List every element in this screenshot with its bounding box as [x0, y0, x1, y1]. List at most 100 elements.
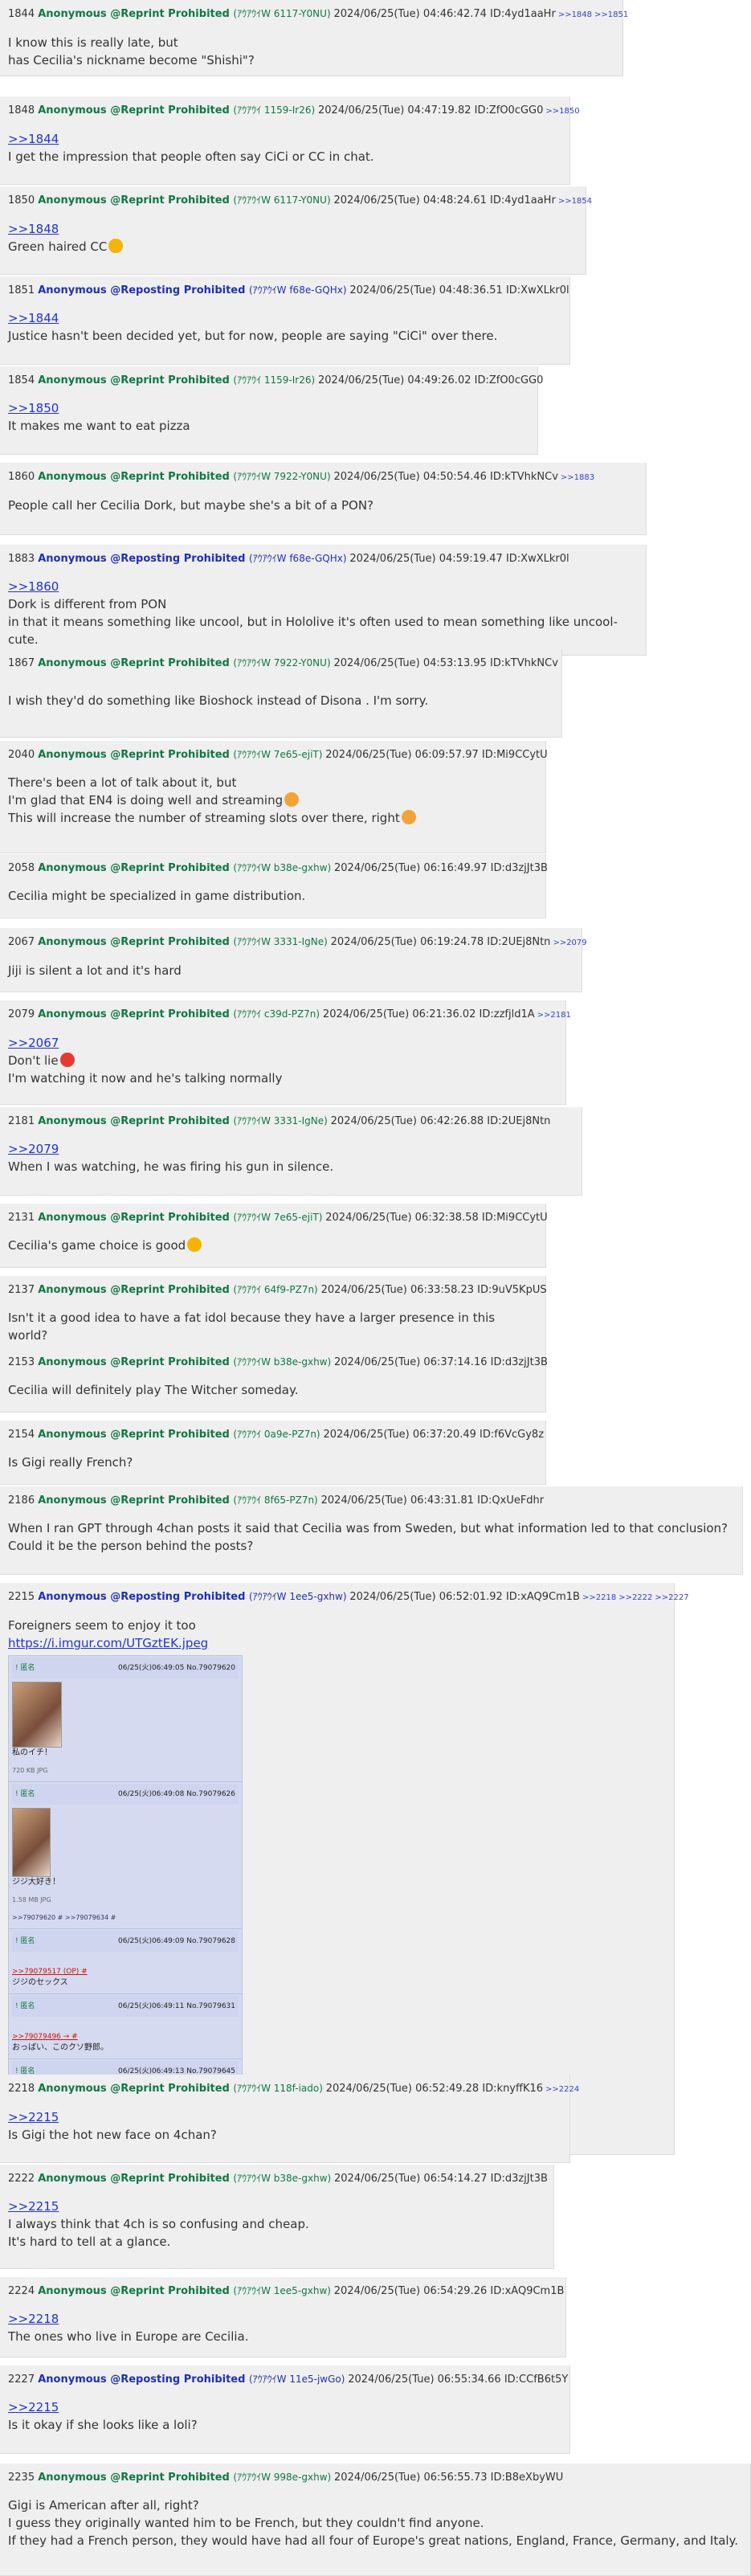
post-body: Cecilia might be specialized in game dis… — [8, 887, 537, 905]
quote-link[interactable]: >>1860 — [8, 578, 638, 595]
post-number[interactable]: 2215 — [8, 1591, 38, 1603]
post-body: >>2215 Is it okay if she looks like a lol… — [8, 2398, 561, 2434]
post-number[interactable]: 2058 — [8, 862, 38, 874]
backlink[interactable]: >>2218 — [582, 1593, 616, 1602]
quote-link[interactable]: >>1844 — [8, 309, 561, 327]
poster-trip: (ｱｳｱｳｲW f68e-GQHx) — [248, 284, 350, 296]
emoji-icon — [59, 1053, 75, 1067]
post-meta: 2024/06/25(Tue) 04:46:42.74 ID:4yd1aaHr — [333, 8, 556, 20]
poster-trip: (ｱｳｱｳｲ c39d-PZ7n) — [233, 1008, 323, 1020]
post-text: There's been a lot of talk about it, but — [8, 775, 237, 790]
quote-link[interactable]: >>2218 — [8, 2310, 557, 2328]
post-text: It's hard to tell at a glance. — [8, 2235, 171, 2249]
post-number[interactable]: 1867 — [8, 657, 38, 669]
post-header: 2227 Anonymous @Reposting Prohibited (ｱｳ… — [8, 2372, 568, 2387]
image-link[interactable]: https://i.imgur.com/UTGztEK.jpeg — [8, 1636, 208, 1650]
post-header: 2154 Anonymous @Reprint Prohibited (ｱｳｱｳ… — [8, 1427, 544, 1442]
poster-name: Anonymous @Reprint Prohibited — [38, 862, 234, 874]
poster-name: Anonymous @Reposting Prohibited — [38, 2374, 249, 2386]
quote-link[interactable]: >>1848 — [8, 220, 578, 238]
thumbnail-image — [12, 1808, 51, 1877]
post-text: Don't lie — [8, 1052, 557, 1069]
post-number[interactable]: 1883 — [8, 553, 38, 565]
post: 2040 Anonymous @Reprint Prohibited (ｱｳｱｳ… — [0, 741, 548, 853]
post-number[interactable]: 2218 — [8, 2083, 38, 2095]
poster-name: Anonymous @Reposting Prohibited — [38, 284, 249, 296]
post-number[interactable]: 2224 — [8, 2285, 38, 2297]
backlink[interactable]: >>1854 — [558, 197, 592, 206]
post: 1844 Anonymous @Reprint Prohibited (ｱｳｱｳ… — [0, 0, 628, 76]
post-number[interactable]: 2079 — [8, 1008, 38, 1020]
backlink[interactable]: >>1848 — [558, 10, 592, 19]
post-number[interactable]: 2154 — [8, 1429, 38, 1441]
screenshot-post: ! 匿名 06/25(火)06:49:11 No.79079631 >>790794… — [9, 1994, 242, 2059]
post-header: 1883 Anonymous @Reposting Prohibited (ｱｳ… — [8, 551, 638, 566]
post: 2227 Anonymous @Reposting Prohibited (ｱｳ… — [0, 2365, 570, 2454]
poster-trip: (ｱｳｱｳｲW 1ee5-gxhw) — [233, 2285, 334, 2296]
backlink[interactable]: >>2227 — [655, 1593, 688, 1602]
post-number[interactable]: 2235 — [8, 2472, 38, 2484]
post-number[interactable]: 2131 — [8, 1212, 38, 1224]
backlink[interactable]: >>2181 — [537, 1011, 571, 1020]
post-header: 2235 Anonymous @Reprint Prohibited (ｱｳｱｳ… — [8, 2470, 742, 2485]
quote-link[interactable]: >>1850 — [8, 399, 529, 417]
post-body: >>2067 Don't lie I'm watching it now and h… — [8, 1034, 557, 1087]
post-header: 2153 Anonymous @Reprint Prohibited (ｱｳｱｳ… — [8, 1355, 548, 1370]
screenshot-name: ! 匿名 — [15, 1664, 35, 1672]
screenshot-post: ! 匿名 06/25(火)06:49:08 No.79079626 ジジ大好き！ 1.… — [9, 1782, 242, 1929]
post-body: Is Gigi really French? — [8, 1454, 537, 1471]
backlink[interactable]: >>2224 — [545, 2085, 579, 2094]
quote-link[interactable]: >>2215 — [8, 2108, 561, 2126]
poster-name: Anonymous @Reprint Prohibited — [38, 2472, 234, 2484]
backlink[interactable]: >>2222 — [618, 1593, 652, 1602]
post-text: People call her Cecilia Dork, but maybe … — [8, 498, 373, 513]
post-meta: 2024/06/25(Tue) 06:52:01.92 ID:xAQ9Cm1B — [349, 1591, 580, 1603]
quote-link[interactable]: >>2215 — [8, 2198, 545, 2215]
post-number[interactable]: 2181 — [8, 1115, 38, 1127]
post-number[interactable]: 1851 — [8, 284, 38, 296]
post-text: When I ran GPT through 4chan posts it sa… — [8, 1521, 729, 1535]
post-number[interactable]: 2040 — [8, 749, 38, 761]
thumbnail-image — [12, 1682, 62, 1748]
post-text: I always think that 4ch is so confusing … — [8, 2217, 309, 2231]
poster-name: Anonymous @Reposting Prohibited — [38, 1591, 249, 1603]
post-meta: 2024/06/25(Tue) 06:21:36.02 ID:zzfjld1A — [322, 1008, 535, 1020]
backlink[interactable]: >>1883 — [561, 473, 594, 482]
post-number[interactable]: 2067 — [8, 936, 38, 948]
post-text: I'm glad that EN4 is doing well and stre… — [8, 791, 537, 809]
post-number[interactable]: 2227 — [8, 2374, 38, 2386]
post-text: Is Gigi really French? — [8, 1455, 133, 1470]
backlink[interactable]: >>1851 — [594, 10, 628, 19]
backlink[interactable]: >>1850 — [545, 107, 579, 116]
emoji-icon — [401, 810, 416, 824]
post-number[interactable]: 1844 — [8, 8, 38, 20]
post-text: This will increase the number of streami… — [8, 809, 537, 827]
quote-link[interactable]: >>2215 — [8, 2398, 561, 2416]
post-number[interactable]: 1854 — [8, 374, 38, 386]
post-number[interactable]: 2222 — [8, 2173, 38, 2185]
post-number[interactable]: 1850 — [8, 194, 38, 206]
quote-link[interactable]: >>1844 — [8, 130, 561, 148]
post: 1867 Anonymous @Reprint Prohibited (ｱｳｱｳ… — [0, 649, 562, 738]
backlink[interactable]: >>2079 — [553, 938, 586, 947]
post-body: People call her Cecilia Dork, but maybe … — [8, 497, 638, 514]
poster-name: Anonymous @Reprint Prohibited — [38, 8, 234, 20]
poster-name: Anonymous @Reprint Prohibited — [38, 2285, 234, 2297]
quote-link[interactable]: >>2079 — [8, 1140, 573, 1158]
post-number[interactable]: 2137 — [8, 1284, 38, 1296]
post-meta: 2024/06/25(Tue) 04:47:19.82 ID:ZfO0cGG0 — [318, 104, 544, 117]
post-number[interactable]: 1848 — [8, 104, 38, 117]
post-number[interactable]: 2153 — [8, 1356, 38, 1368]
poster-trip: (ｱｳｱｳｲ 8f65-PZ7n) — [233, 1494, 321, 1506]
emoji-icon — [284, 792, 300, 807]
post: 2079 Anonymous @Reprint Prohibited (ｱｳｱｳ… — [0, 1000, 571, 1105]
post-text: in that it means something like uncool, … — [8, 615, 618, 647]
backlinks: >>2218 >>2222 >>2227 — [580, 1591, 689, 1603]
quote-link[interactable]: >>2067 — [8, 1034, 557, 1052]
post: 2224 Anonymous @Reprint Prohibited (ｱｳｱｳ… — [0, 2277, 566, 2357]
post-meta: 2024/06/25(Tue) 04:49:26.02 ID:ZfO0cGG0 — [318, 374, 544, 386]
post-number[interactable]: 1860 — [8, 471, 38, 483]
post-meta: 2024/06/25(Tue) 06:42:26.88 ID:2UEj8Ntn — [330, 1115, 551, 1127]
poster-trip: (ｱｳｱｳｲW 3331-IgNe) — [233, 936, 331, 947]
post-number[interactable]: 2186 — [8, 1494, 38, 1507]
